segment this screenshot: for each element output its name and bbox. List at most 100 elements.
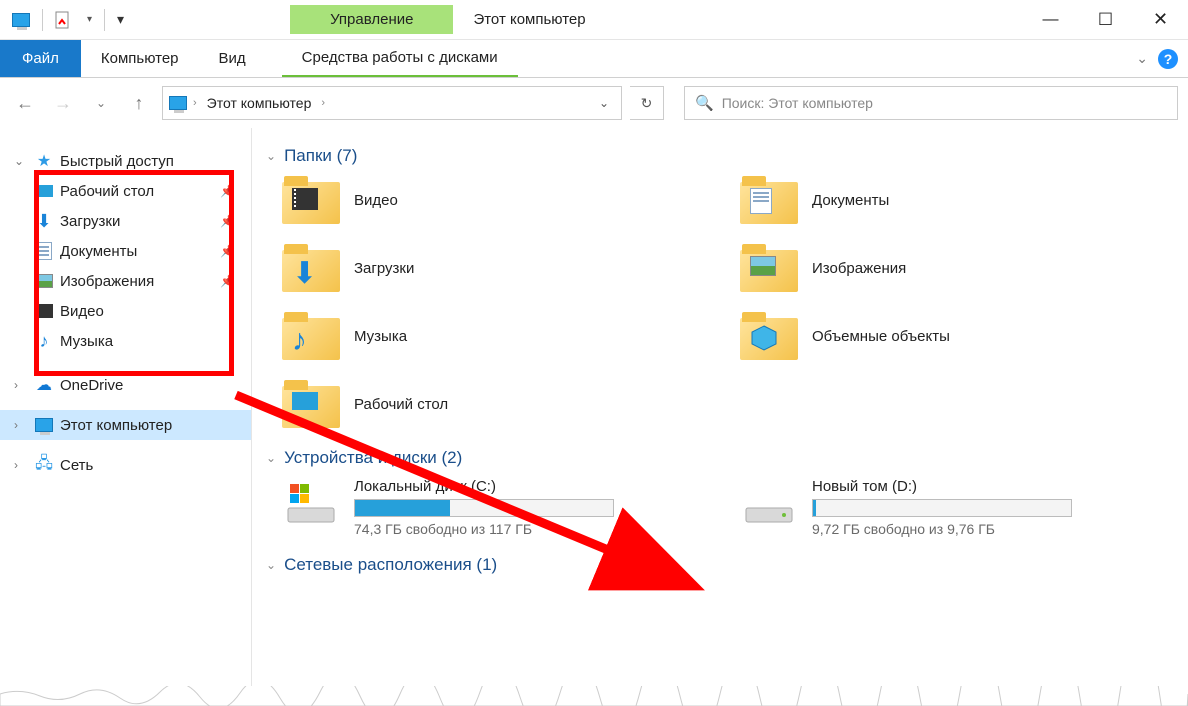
sidebar-item-label: Музыка bbox=[60, 333, 113, 350]
recent-locations-button[interactable]: ⌄ bbox=[86, 88, 116, 118]
picture-icon bbox=[750, 256, 776, 276]
drive-c[interactable]: Локальный диск (C:) 74,3 ГБ свободно из … bbox=[282, 478, 710, 537]
chevron-down-icon[interactable]: ⌄ bbox=[14, 154, 28, 168]
star-icon: ★ bbox=[34, 151, 54, 171]
up-button[interactable]: ↑ bbox=[124, 88, 154, 118]
folder-documents[interactable]: Документы bbox=[740, 176, 1168, 224]
network-icon: 🖧 bbox=[34, 455, 54, 475]
forward-button[interactable]: → bbox=[48, 88, 78, 118]
section-label: Сетевые расположения (1) bbox=[284, 555, 497, 575]
this-pc-icon[interactable] bbox=[6, 5, 36, 35]
quick-access-toolbar: ▾ ▾ bbox=[0, 5, 130, 35]
content-pane: ⌄ Папки (7) Видео Документы ⬇ Загрузки И… bbox=[252, 128, 1188, 706]
desktop-icon bbox=[292, 392, 318, 410]
sidebar-this-pc[interactable]: › Этот компьютер bbox=[0, 410, 251, 440]
properties-icon[interactable] bbox=[49, 5, 79, 35]
file-tab[interactable]: Файл bbox=[0, 40, 81, 77]
section-drives[interactable]: ⌄ Устройства и диски (2) bbox=[266, 448, 1168, 468]
section-network-locations[interactable]: ⌄ Сетевые расположения (1) bbox=[266, 555, 1168, 575]
drive-d[interactable]: Новый том (D:) 9,72 ГБ свободно из 9,76 … bbox=[740, 478, 1168, 537]
music-icon: ♪ bbox=[292, 324, 307, 358]
chevron-down-icon[interactable]: ⌄ bbox=[266, 451, 276, 465]
back-button[interactable]: ← bbox=[10, 88, 40, 118]
sidebar-item-music[interactable]: ♪Музыка bbox=[34, 326, 251, 356]
qat-customize-icon[interactable]: ▾ bbox=[111, 11, 130, 28]
folder-label: Видео bbox=[354, 192, 398, 209]
folder-desktop[interactable]: Рабочий стол bbox=[282, 380, 710, 428]
torn-edge-decoration bbox=[0, 686, 1188, 706]
close-button[interactable]: ✕ bbox=[1133, 0, 1188, 40]
sidebar-item-label: Видео bbox=[60, 303, 104, 320]
maximize-button[interactable]: ☐ bbox=[1078, 0, 1133, 40]
sidebar-item-label: Загрузки bbox=[60, 213, 120, 230]
drive-icon bbox=[740, 478, 798, 526]
search-box[interactable]: 🔍 Поиск: Этот компьютер bbox=[684, 86, 1178, 120]
address-bar[interactable]: › Этот компьютер › ⌄ bbox=[162, 86, 622, 120]
video-icon bbox=[35, 304, 53, 318]
folder-icon bbox=[282, 312, 340, 360]
drive-icon bbox=[282, 478, 340, 526]
pin-icon: 📌 bbox=[220, 214, 235, 228]
folder-3d-objects[interactable]: Объемные объекты bbox=[740, 312, 1168, 360]
folder-pictures[interactable]: Изображения bbox=[740, 244, 1168, 292]
ribbon-tab-drive-tools[interactable]: Средства работы с дисками bbox=[282, 40, 518, 77]
ribbon-collapse-icon[interactable]: ⌄ bbox=[1136, 50, 1148, 67]
sidebar-item-label: Этот компьютер bbox=[60, 417, 172, 434]
search-placeholder: Поиск: Этот компьютер bbox=[722, 95, 873, 111]
minimize-button[interactable]: — bbox=[1023, 0, 1078, 40]
chevron-down-icon[interactable]: ⌄ bbox=[266, 558, 276, 572]
monitor-icon bbox=[169, 96, 187, 110]
sidebar-network[interactable]: › 🖧 Сеть bbox=[0, 450, 251, 480]
navigation-bar: ← → ⌄ ↑ › Этот компьютер › ⌄ ↻ 🔍 Поиск: … bbox=[0, 78, 1188, 128]
download-icon: ⬇ bbox=[34, 211, 54, 231]
sidebar-item-pictures[interactable]: Изображения 📌 bbox=[34, 266, 251, 296]
section-label: Папки (7) bbox=[284, 146, 357, 166]
chevron-right-icon[interactable]: › bbox=[14, 458, 28, 472]
cloud-icon: ☁ bbox=[34, 375, 54, 395]
ribbon-tab-view[interactable]: Вид bbox=[199, 40, 266, 77]
sidebar-onedrive[interactable]: › ☁ OneDrive bbox=[0, 370, 251, 400]
picture-icon bbox=[35, 274, 53, 288]
breadcrumb[interactable]: Этот компьютер bbox=[203, 95, 316, 111]
download-icon: ⬇ bbox=[292, 256, 317, 291]
video-icon bbox=[292, 188, 318, 210]
pin-icon: 📌 bbox=[220, 274, 235, 288]
help-icon[interactable]: ? bbox=[1158, 49, 1178, 69]
ribbon-tab-computer[interactable]: Компьютер bbox=[81, 40, 199, 77]
folder-downloads[interactable]: ⬇ Загрузки bbox=[282, 244, 710, 292]
folder-label: Музыка bbox=[354, 328, 407, 345]
sidebar-quick-access[interactable]: ⌄ ★ Быстрый доступ bbox=[0, 146, 251, 176]
folder-videos[interactable]: Видео bbox=[282, 176, 710, 224]
qat-dropdown-icon[interactable]: ▾ bbox=[81, 14, 98, 25]
address-dropdown-icon[interactable]: ⌄ bbox=[593, 96, 615, 110]
refresh-button[interactable]: ↻ bbox=[630, 86, 664, 120]
sidebar-item-documents[interactable]: Документы📌 bbox=[34, 236, 251, 266]
sidebar-item-label: Сеть bbox=[60, 457, 93, 474]
section-folders[interactable]: ⌄ Папки (7) bbox=[266, 146, 1168, 166]
drive-usage-bar bbox=[354, 499, 614, 517]
navigation-pane: ⌄ ★ Быстрый доступ Рабочий стол📌 ⬇ Загруз… bbox=[0, 128, 252, 706]
chevron-down-icon[interactable]: ⌄ bbox=[266, 149, 276, 163]
chevron-right-icon[interactable]: › bbox=[14, 418, 28, 432]
sidebar-item-label: Быстрый доступ bbox=[60, 153, 174, 170]
window-title: Этот компьютер bbox=[453, 11, 605, 28]
monitor-icon bbox=[35, 418, 53, 432]
title-bar: ▾ ▾ Управление Этот компьютер — ☐ ✕ bbox=[0, 0, 1188, 40]
sidebar-item-label: Изображения bbox=[60, 273, 154, 290]
drive-label: Локальный диск (C:) bbox=[354, 478, 710, 495]
chevron-right-icon[interactable]: › bbox=[321, 97, 325, 109]
contextual-tab-label: Управление bbox=[290, 5, 453, 34]
sidebar-item-videos[interactable]: Видео bbox=[34, 296, 251, 326]
search-icon: 🔍 bbox=[695, 94, 714, 112]
chevron-right-icon[interactable]: › bbox=[14, 378, 28, 392]
folder-label: Изображения bbox=[812, 260, 906, 277]
document-icon bbox=[36, 242, 52, 260]
chevron-right-icon[interactable]: › bbox=[193, 97, 197, 109]
ribbon: Файл Компьютер Вид Средства работы с дис… bbox=[0, 40, 1188, 78]
sidebar-item-downloads[interactable]: ⬇ Загрузки 📌 bbox=[34, 206, 251, 236]
folder-label: Рабочий стол bbox=[354, 396, 448, 413]
sidebar-item-desktop[interactable]: Рабочий стол📌 bbox=[34, 176, 251, 206]
pin-icon: 📌 bbox=[220, 184, 235, 198]
folder-music[interactable]: ♪ Музыка bbox=[282, 312, 710, 360]
drive-label: Новый том (D:) bbox=[812, 478, 1168, 495]
